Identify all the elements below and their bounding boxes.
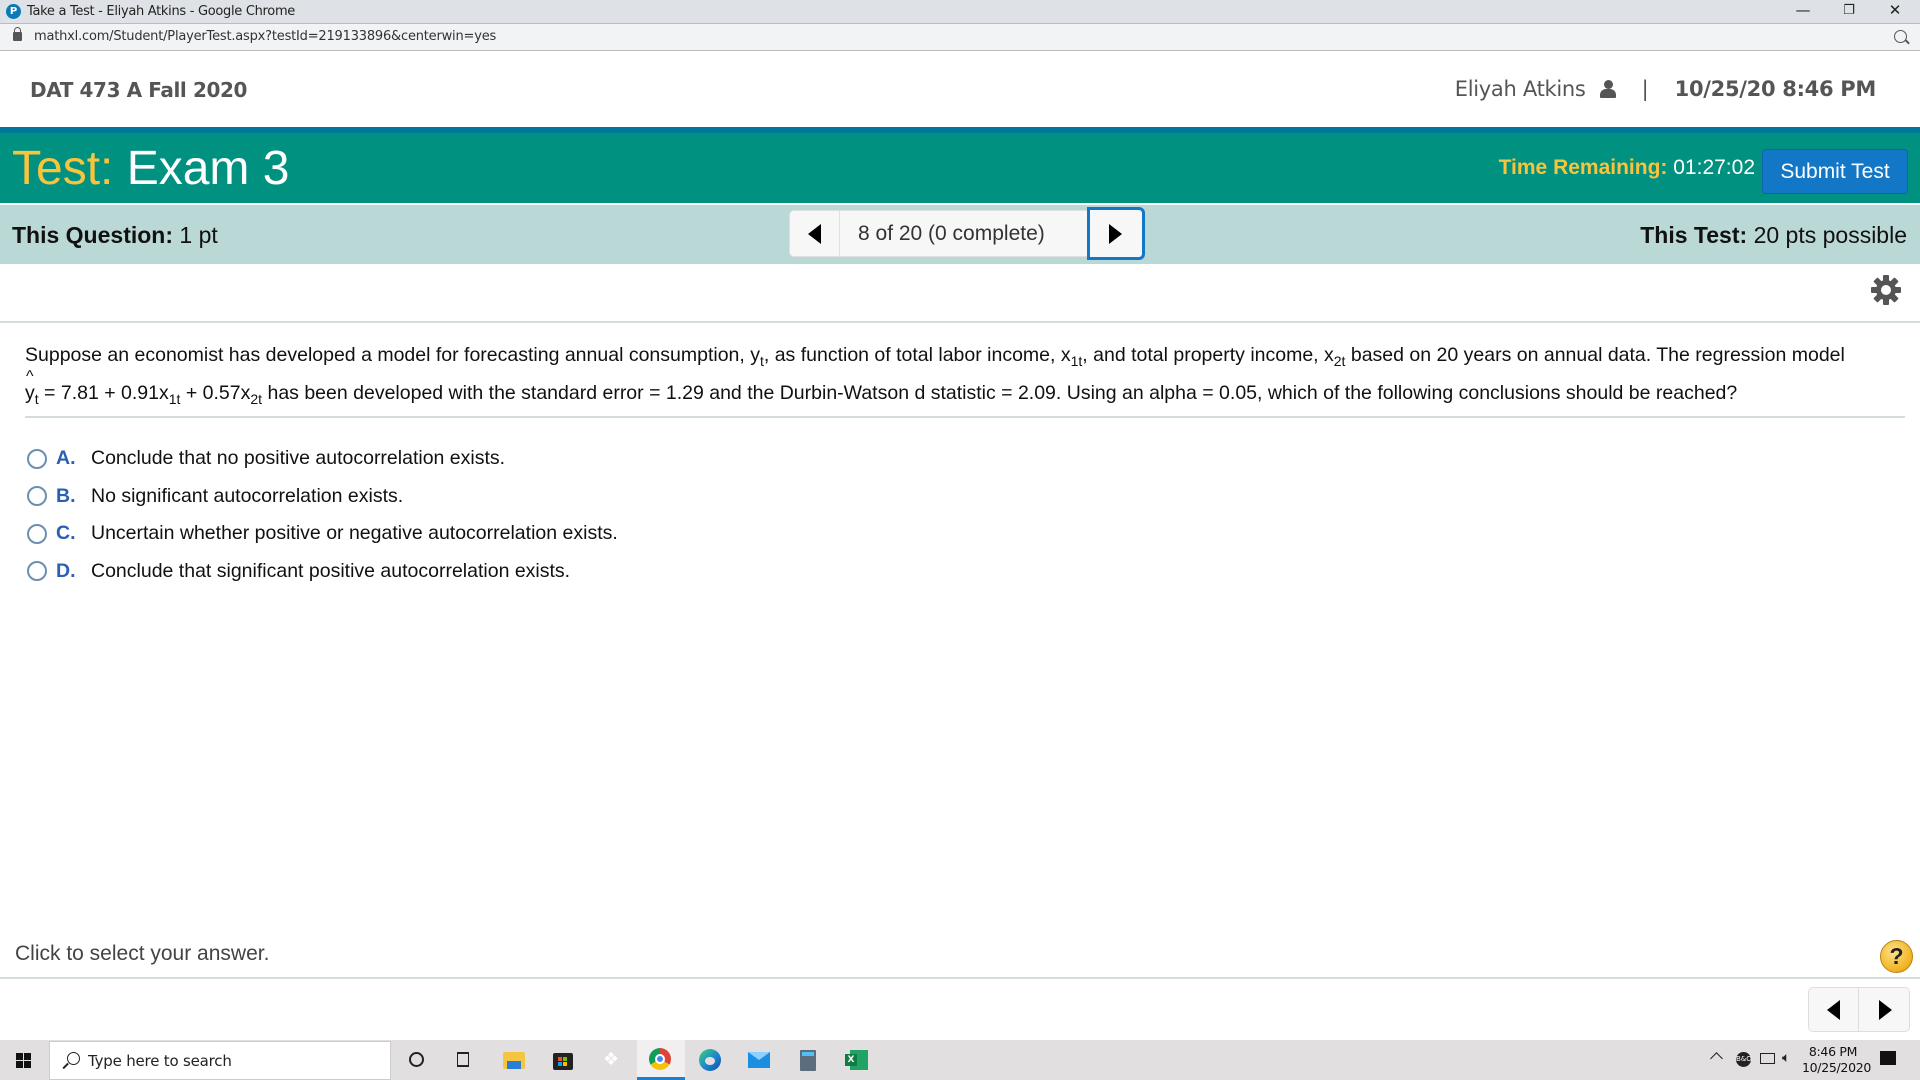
address-bar[interactable]: mathxl.com/Student/PlayerTest.aspx?testI… bbox=[0, 23, 1920, 51]
question-line-2: yt = 7.81 + 0.91x1t + 0.57x2t has been d… bbox=[25, 358, 1905, 412]
this-test-label: This Test: bbox=[1640, 222, 1748, 248]
pearson-logo-icon: P bbox=[6, 4, 21, 19]
edge-icon[interactable] bbox=[686, 1040, 734, 1080]
radio-button[interactable] bbox=[27, 486, 47, 507]
test-title: Test: Exam 3 bbox=[12, 141, 289, 196]
previous-question-button[interactable] bbox=[789, 210, 840, 257]
question-selector-dropdown[interactable]: 8 of 20 (0 complete) bbox=[840, 210, 1126, 257]
task-view-icon[interactable] bbox=[440, 1040, 488, 1080]
option-text[interactable]: Conclude that significant positive autoc… bbox=[91, 560, 570, 583]
separator: | bbox=[1641, 77, 1649, 101]
time-remaining-value: 01:27:02 bbox=[1673, 156, 1755, 179]
lock-icon[interactable] bbox=[13, 27, 22, 41]
test-title-name: Exam 3 bbox=[126, 142, 290, 195]
tray-overflow-icon[interactable] bbox=[1710, 1052, 1723, 1065]
question-text: Suppose an economist has developed a mod… bbox=[25, 336, 1905, 412]
arrow-left-icon bbox=[1827, 1000, 1840, 1020]
y-hat: y bbox=[25, 358, 35, 412]
divider-question bbox=[25, 416, 1905, 418]
close-button[interactable]: ✕ bbox=[1872, 0, 1918, 23]
clock-time: 8:46 PM bbox=[1808, 1044, 1858, 1059]
this-test-value: 20 pts possible bbox=[1753, 222, 1907, 248]
radio-button[interactable] bbox=[27, 523, 47, 544]
network-icon[interactable] bbox=[1760, 1053, 1775, 1064]
this-question-value: 1 pt bbox=[179, 222, 218, 248]
microsoft-store-icon[interactable] bbox=[539, 1040, 587, 1080]
option-text[interactable]: No significant autocorrelation exists. bbox=[91, 485, 403, 508]
this-test-points: This Test: 20 pts possible bbox=[1640, 222, 1907, 249]
settings-gear-icon[interactable] bbox=[1870, 274, 1902, 306]
option-letter: C. bbox=[56, 522, 76, 545]
cortana-icon[interactable] bbox=[392, 1040, 440, 1080]
question-navigator: 8 of 20 (0 complete) bbox=[789, 207, 1145, 260]
excel-icon[interactable]: X bbox=[833, 1040, 881, 1080]
divider-footer bbox=[0, 977, 1920, 979]
arrow-right-icon bbox=[1109, 224, 1122, 244]
radio-button[interactable] bbox=[27, 448, 47, 469]
bang-olufsen-tray-icon[interactable]: B&O bbox=[1736, 1052, 1752, 1067]
restore-button[interactable]: ❐ bbox=[1826, 0, 1872, 23]
taskbar-clock[interactable]: 8:46 PM 10/25/2020 bbox=[1802, 1044, 1872, 1076]
course-name: DAT 473 A Fall 2020 bbox=[30, 78, 248, 102]
option-text[interactable]: Uncertain whether positive or negative a… bbox=[91, 522, 618, 545]
url-text[interactable]: mathxl.com/Student/PlayerTest.aspx?testI… bbox=[34, 29, 496, 44]
search-icon bbox=[67, 1052, 80, 1065]
search-placeholder: Type here to search bbox=[88, 1052, 232, 1070]
this-question-label: This Question: bbox=[12, 222, 173, 248]
current-datetime: 10/25/20 8:46 PM bbox=[1674, 77, 1877, 101]
next-question-button[interactable] bbox=[1087, 207, 1145, 260]
answer-option-a[interactable]: A. Conclude that no positive autocorrela… bbox=[27, 440, 618, 478]
windows-logo-icon bbox=[16, 1053, 23, 1060]
question-selector-text: 8 of 20 (0 complete) bbox=[858, 222, 1045, 245]
zoom-icon[interactable] bbox=[1894, 30, 1907, 43]
question-line-1: Suppose an economist has developed a mod… bbox=[25, 344, 1845, 369]
clock-date: 10/25/2020 bbox=[1802, 1060, 1872, 1075]
start-button[interactable] bbox=[0, 1040, 48, 1080]
arrow-left-icon bbox=[808, 224, 821, 244]
option-letter: D. bbox=[56, 559, 76, 582]
browser-title-bar: P Take a Test - Eliyah Atkins - Google C… bbox=[0, 0, 1920, 23]
answer-option-d[interactable]: D. Conclude that significant positive au… bbox=[27, 553, 618, 591]
divider-top bbox=[0, 321, 1920, 323]
taskbar-search-box[interactable]: Type here to search bbox=[49, 1041, 391, 1080]
file-explorer-icon[interactable] bbox=[490, 1040, 538, 1080]
instruction-hint: Click to select your answer. bbox=[15, 942, 270, 965]
time-remaining-label: Time Remaining: bbox=[1498, 156, 1668, 179]
option-letter: A. bbox=[56, 447, 76, 470]
option-letter: B. bbox=[56, 484, 76, 507]
minimize-button[interactable]: — bbox=[1780, 0, 1826, 23]
volume-icon[interactable]: 🔈︎ bbox=[1782, 1050, 1790, 1066]
dropbox-icon[interactable]: ❖ bbox=[588, 1040, 636, 1080]
chrome-icon[interactable] bbox=[637, 1040, 685, 1080]
bottom-next-button[interactable] bbox=[1859, 987, 1910, 1032]
question-info-bar: This Question: 1 pt 8 of 20 (0 complete)… bbox=[0, 205, 1920, 264]
radio-button[interactable] bbox=[27, 561, 47, 582]
page-header: DAT 473 A Fall 2020 Eliyah Atkins | 10/2… bbox=[0, 51, 1920, 127]
window-title: Take a Test - Eliyah Atkins - Google Chr… bbox=[27, 4, 296, 19]
bottom-previous-button[interactable] bbox=[1808, 987, 1859, 1032]
this-question-points: This Question: 1 pt bbox=[12, 222, 218, 249]
test-title-label: Test: bbox=[12, 142, 114, 195]
windows-taskbar: Type here to search ❖ X B&O 🔈︎ 8:46 PM 1… bbox=[0, 1040, 1920, 1080]
option-text[interactable]: Conclude that no positive autocorrelatio… bbox=[91, 447, 505, 470]
answer-option-c[interactable]: C. Uncertain whether positive or negativ… bbox=[27, 515, 618, 553]
help-icon[interactable]: ? bbox=[1880, 940, 1913, 973]
user-icon bbox=[1599, 80, 1616, 98]
submit-test-button[interactable]: Submit Test bbox=[1762, 149, 1908, 194]
user-name: Eliyah Atkins bbox=[1454, 77, 1586, 101]
arrow-right-icon bbox=[1879, 1000, 1892, 1020]
calculator-icon[interactable] bbox=[784, 1040, 832, 1080]
mail-icon[interactable] bbox=[735, 1040, 783, 1080]
answer-option-b[interactable]: B. No significant autocorrelation exists… bbox=[27, 478, 618, 516]
test-title-band: Test: Exam 3 Time Remaining: 01:27:02 Su… bbox=[0, 133, 1920, 203]
time-remaining: Time Remaining: 01:27:02 bbox=[1499, 156, 1755, 180]
user-info: Eliyah Atkins | 10/25/20 8:46 PM bbox=[1454, 77, 1877, 101]
answer-options: A. Conclude that no positive autocorrela… bbox=[27, 440, 618, 590]
action-center-icon[interactable] bbox=[1880, 1051, 1896, 1065]
bottom-question-navigator bbox=[1808, 987, 1910, 1032]
